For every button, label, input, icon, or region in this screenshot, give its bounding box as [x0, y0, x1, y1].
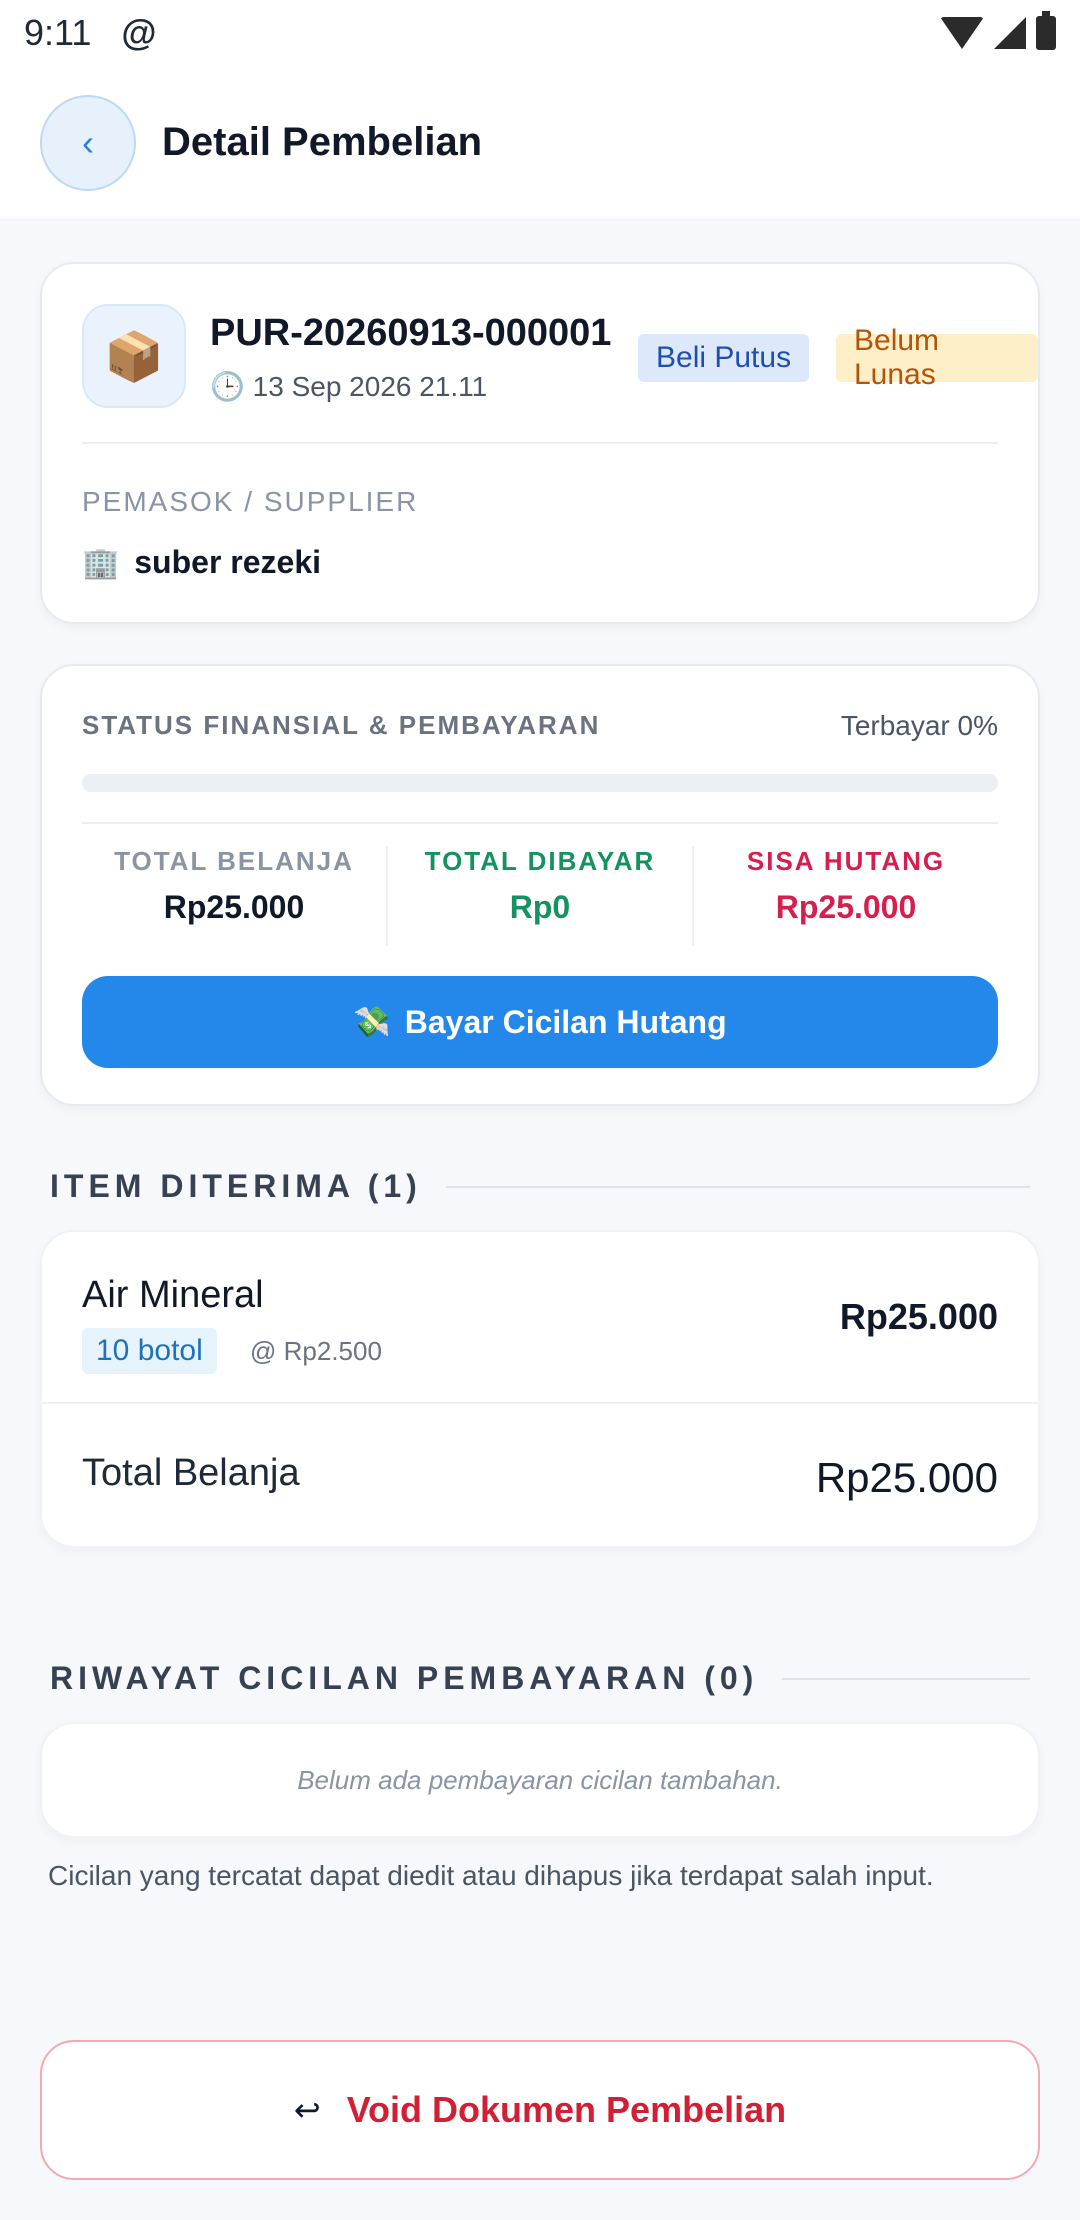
back-button[interactable]: ‹ — [40, 94, 136, 191]
money-wings-icon: 💸 — [353, 1005, 391, 1039]
sum-value: Rp25.000 — [815, 1454, 998, 1501]
signal-icon — [994, 17, 1026, 49]
history-empty-card: Belum ada pembayaran cicilan tambahan. — [40, 1722, 1040, 1838]
app-bar: ‹ Detail Pembelian — [0, 66, 1080, 220]
history-section-label: RIWAYAT CICILAN PEMBAYARAN (0) — [50, 1660, 759, 1696]
stat-paid-label: TOTAL DIBAYAR — [424, 846, 656, 876]
finance-status-card: STATUS FINANSIAL & PEMBAYARAN Terbayar 0… — [40, 664, 1040, 1106]
sum-label: Total Belanja — [82, 1452, 300, 1494]
divider — [82, 822, 998, 824]
wifi-icon — [940, 17, 984, 49]
supplier-row: 🏢 suber rezeki — [82, 544, 321, 581]
history-note: Cicilan yang tercatat dapat diedit atau … — [48, 1860, 934, 1891]
status-bar: 9:11 @ — [0, 0, 1080, 66]
item-unit-price: @ Rp2.500 — [250, 1336, 382, 1366]
item-name: Air Mineral — [82, 1274, 264, 1316]
payment-status-badge: Belum Lunas — [836, 324, 1038, 391]
stat-total: TOTAL BELANJA Rp25.000 — [82, 846, 388, 946]
chevron-left-icon: ‹ — [82, 121, 94, 163]
stat-debt: SISA HUTANG Rp25.000 — [694, 846, 998, 946]
section-divider — [782, 1677, 1030, 1680]
return-arrow-icon: ↩ — [293, 2092, 321, 2128]
page-title: Detail Pembelian — [162, 120, 483, 164]
purchase-date: 13 Sep 2026 21.11 — [252, 371, 488, 402]
void-document-label: Void Dokumen Pembelian — [346, 2089, 787, 2130]
item-qty-badge: 10 botol — [82, 1328, 217, 1374]
items-card: Air Mineral 10 botol @ Rp2.500 Rp25.000 … — [40, 1230, 1040, 1548]
divider — [82, 442, 998, 444]
purchase-info-card: 📦 PUR-20260913-000001 🕒 13 Sep 2026 21.1… — [40, 262, 1040, 624]
payment-progress-bar — [82, 774, 998, 792]
items-section-label: ITEM DITERIMA (1) — [50, 1168, 422, 1204]
stat-total-label: TOTAL BELANJA — [114, 846, 354, 876]
finance-title: STATUS FINANSIAL & PEMBAYARAN — [82, 710, 601, 740]
status-icons — [940, 11, 1056, 50]
stat-paid: TOTAL DIBAYAR Rp0 — [388, 846, 694, 946]
void-document-button[interactable]: ↩ Void Dokumen Pembelian — [40, 2040, 1040, 2180]
stat-total-value: Rp25.000 — [163, 889, 305, 925]
items-section-title: ITEM DITERIMA (1) — [50, 1168, 1030, 1205]
stat-paid-value: Rp0 — [509, 889, 571, 925]
paid-percent: Terbayar 0% — [840, 710, 998, 741]
building-icon: 🏢 — [82, 547, 120, 580]
history-empty-text: Belum ada pembayaran cicilan tambahan. — [297, 1764, 783, 1795]
battery-icon — [1036, 11, 1056, 50]
supplier-label: PEMASOK / SUPPLIER — [82, 486, 419, 517]
pay-installment-button[interactable]: 💸 Bayar Cicilan Hutang — [82, 976, 998, 1068]
section-divider — [445, 1185, 1030, 1188]
stat-debt-value: Rp25.000 — [775, 889, 917, 925]
item-total: Rp25.000 — [839, 1296, 998, 1337]
purchase-number: PUR-20260913-000001 — [210, 312, 612, 354]
package-icon: 📦 — [82, 304, 186, 408]
purchase-type-badge: Beli Putus — [638, 334, 810, 382]
purchase-date-row: 🕒 13 Sep 2026 21.11 — [210, 370, 487, 403]
clock-icon: 🕒 — [210, 371, 245, 402]
finance-stats: TOTAL BELANJA Rp25.000 TOTAL DIBAYAR Rp0… — [82, 846, 998, 946]
supplier-name: suber rezeki — [134, 544, 322, 580]
divider — [42, 1402, 1038, 1404]
at-sign-icon: @ — [121, 12, 157, 53]
status-time: 9:11 — [24, 12, 92, 53]
pay-installment-label: Bayar Cicilan Hutang — [404, 1003, 727, 1040]
stat-debt-label: SISA HUTANG — [746, 846, 946, 876]
history-section-title: RIWAYAT CICILAN PEMBAYARAN (0) — [50, 1660, 1030, 1697]
